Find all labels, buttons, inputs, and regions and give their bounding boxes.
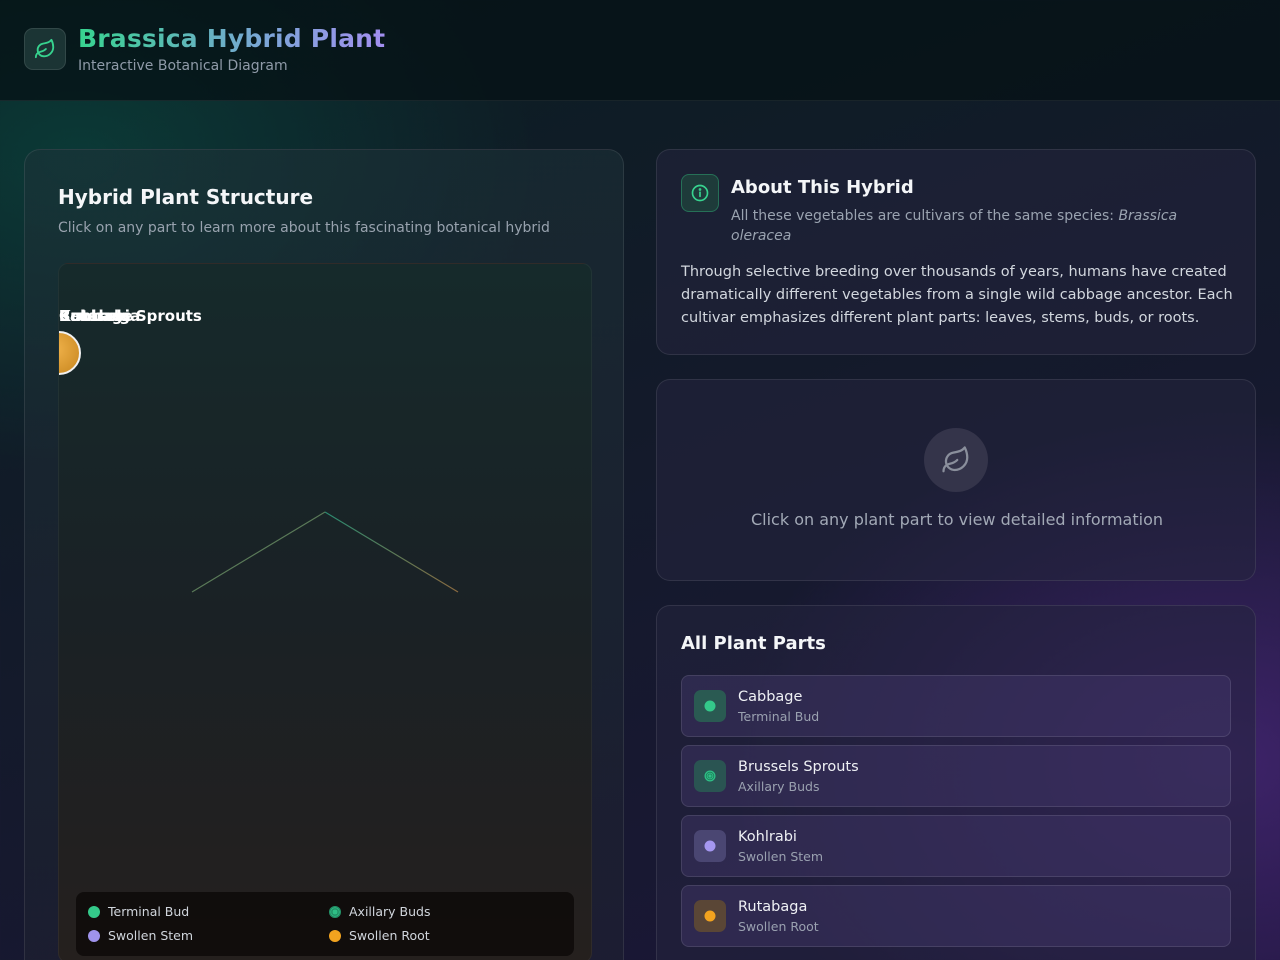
part-type: Axillary Buds [738,779,820,794]
legend-item-axillary-buds: Axillary Buds [329,904,430,919]
parts-title: All Plant Parts [681,633,826,654]
part-item-kohlrabi[interactable]: Kohlrabi Swollen Stem [681,815,1231,877]
axillary-buds-icon [694,760,726,792]
part-item-brussels-sprouts[interactable]: Brussels Sprouts Axillary Buds [681,745,1231,807]
all-parts-card: All Plant Parts Cabbage Terminal Bud Bru… [656,605,1256,960]
panel-subtitle: Click on any part to learn more about th… [58,220,550,236]
leaf-logo-icon [24,28,66,70]
part-label-rutabaga[interactable]: Rutabaga [59,307,140,325]
right-branch-line [324,511,459,593]
app-header: Brassica Hybrid Plant Interactive Botani… [0,0,1280,101]
app-title: Brassica Hybrid Plant [78,24,386,53]
part-type: Swollen Root [738,919,819,934]
plant-diagram: Cabbage Brussels Sprouts Kohlrabi Rutaba… [58,263,592,960]
about-card: About This Hybrid All these vegetables a… [656,149,1256,355]
leaf-placeholder-icon [924,428,988,492]
part-detail-card: Click on any plant part to view detailed… [656,379,1256,581]
legend: Terminal Bud Axillary Buds Swollen Stem … [76,892,574,956]
swollen-stem-icon [694,830,726,862]
legend-label: Axillary Buds [349,904,431,919]
legend-label: Swollen Root [349,928,430,943]
legend-item-swollen-root: Swollen Root [329,928,430,943]
detail-placeholder-text: Click on any plant part to view detailed… [750,510,1163,529]
part-type: Swollen Stem [738,849,824,864]
about-subtitle: All these vegetables are cultivars of th… [731,206,1231,246]
swollen-root-icon [694,900,726,932]
panel-title: Hybrid Plant Structure [58,185,314,209]
about-title: About This Hybrid [731,177,914,198]
part-name: Rutabaga [738,899,808,915]
axillary-buds-dot-icon [329,905,341,918]
swollen-root-dot-icon [329,929,341,942]
part-name: Cabbage [738,689,803,705]
swollen-stem-dot-icon [88,929,100,942]
terminal-bud-dot-icon [88,905,100,918]
about-subtitle-text: All these vegetables are cultivars of th… [731,208,1119,224]
left-branch-line [191,511,326,593]
app-subtitle: Interactive Botanical Diagram [78,58,288,74]
part-name: Brussels Sprouts [738,759,859,775]
legend-label: Terminal Bud [108,904,190,919]
legend-label: Swollen Stem [108,928,194,943]
legend-item-terminal-bud: Terminal Bud [88,904,189,919]
plant-structure-panel: Hybrid Plant Structure Click on any part… [24,149,624,960]
info-icon [681,174,719,212]
part-type: Terminal Bud [738,709,820,724]
part-name: Kohlrabi [738,829,797,845]
legend-item-swollen-stem: Swollen Stem [88,928,193,943]
about-body: Through selective breeding over thousand… [681,264,1233,326]
part-item-cabbage[interactable]: Cabbage Terminal Bud [681,675,1231,737]
terminal-bud-icon [694,690,726,722]
part-item-rutabaga[interactable]: Rutabaga Swollen Root [681,885,1231,947]
